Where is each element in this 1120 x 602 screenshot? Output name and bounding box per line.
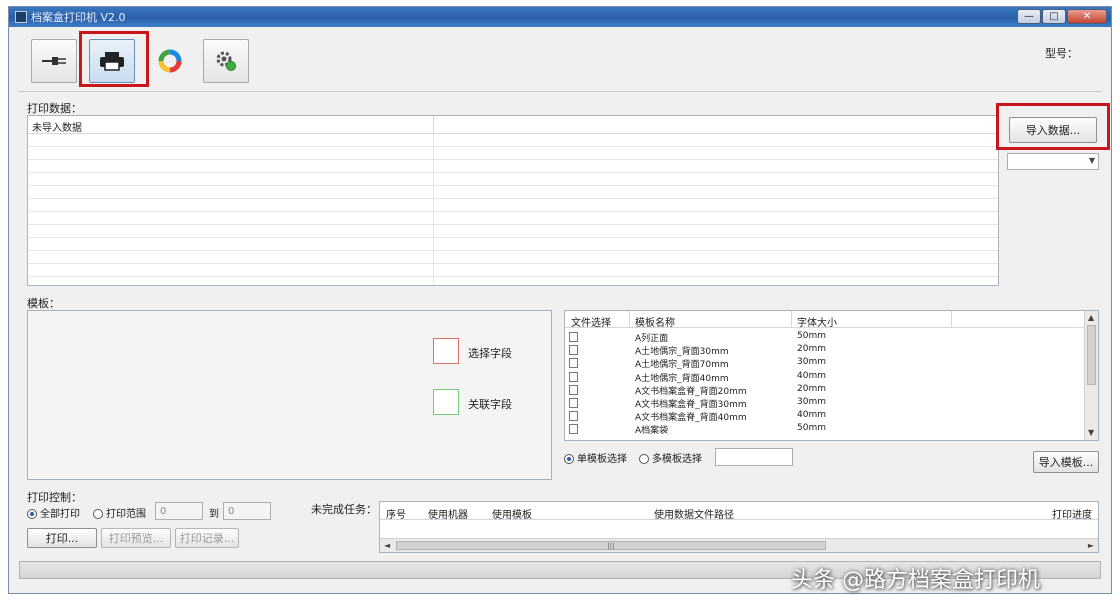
template-col-name: 模板名称 xyxy=(635,318,675,329)
selected-field-swatch xyxy=(433,338,459,364)
import-data-highlight xyxy=(996,103,1110,150)
scroll-right-icon[interactable]: ► xyxy=(1088,542,1094,550)
template-list-scrollbar[interactable]: ▲ ▼ xyxy=(1084,311,1098,440)
import-template-button[interactable]: 导入模板... xyxy=(1033,451,1099,473)
template-filter-input[interactable] xyxy=(715,448,793,466)
title-bar: 档案盒打印机 V2.0 — □ ✕ xyxy=(9,7,1111,27)
queue-col-index: 序号 xyxy=(386,510,406,521)
multi-template-text: 多模板选择 xyxy=(652,454,702,465)
print-preview-button[interactable]: 打印预览... xyxy=(101,528,171,548)
queue-scrollbar[interactable]: ◄ ||| ► xyxy=(380,538,1098,552)
queue-header: 序号 使用机器 使用模板 使用数据文件路径 打印进度 xyxy=(380,502,1098,521)
toolbar-separator xyxy=(19,91,1101,92)
template-col-size: 字体大小 xyxy=(797,318,837,329)
file-icon[interactable] xyxy=(569,384,578,395)
print-all-text: 全部打印 xyxy=(40,509,80,520)
template-row-name[interactable]: A土地偶宗_背面40mm xyxy=(635,371,729,384)
file-icon[interactable] xyxy=(569,332,578,342)
file-icon[interactable] xyxy=(569,358,578,369)
selected-field-legend: 选择字段 xyxy=(468,347,512,360)
scroll-left-icon[interactable]: ◄ xyxy=(384,542,390,550)
print-all-radio[interactable]: 全部打印 xyxy=(27,505,80,520)
color-ring-icon xyxy=(158,49,182,73)
template-row-name[interactable]: A档案袋 xyxy=(635,423,668,436)
template-row-size: 20mm xyxy=(797,383,826,394)
print-data-grid xyxy=(28,134,998,285)
file-icon[interactable] xyxy=(569,411,578,422)
template-preview-panel[interactable]: 选择字段 关联字段 xyxy=(27,310,552,480)
radio-indicator[interactable] xyxy=(27,509,37,519)
watermark: 头条 @路方档案盒打印机 xyxy=(791,568,1040,593)
print-data-label: 打印数据： xyxy=(27,102,82,115)
template-row-size: 20mm xyxy=(797,344,826,355)
range-from-input[interactable]: 0 xyxy=(155,502,203,520)
range-to-input[interactable]: 0 xyxy=(223,502,271,520)
maximize-button[interactable]: □ xyxy=(1042,9,1066,24)
settings-button[interactable] xyxy=(203,39,249,83)
template-row-name[interactable]: A列正面 xyxy=(635,331,668,344)
connect-button[interactable] xyxy=(31,39,77,83)
scroll-down-icon[interactable]: ▼ xyxy=(1088,429,1094,437)
template-row-name[interactable]: A土地偶宗_背面30mm xyxy=(635,344,729,357)
print-button[interactable]: 打印... xyxy=(27,528,97,548)
template-list-header: 文件选择 模板名称 字体大小 xyxy=(565,311,1084,329)
queue-col-template: 使用模板 xyxy=(492,510,532,521)
print-record-button[interactable]: 打印记录... xyxy=(175,528,239,548)
scroll-thumb[interactable] xyxy=(1087,325,1096,385)
queue-table[interactable]: 序号 使用机器 使用模板 使用数据文件路径 打印进度 ◄ ||| ► xyxy=(379,501,1099,553)
radio-indicator[interactable] xyxy=(93,509,103,519)
file-icon[interactable] xyxy=(569,398,578,408)
chevron-down-icon: ▼ xyxy=(1088,156,1095,165)
multi-template-radio[interactable]: 多模板选择 xyxy=(639,450,702,465)
print-range-text: 打印范围 xyxy=(106,509,146,520)
template-label: 模板： xyxy=(27,297,60,310)
scroll-up-icon[interactable]: ▲ xyxy=(1088,314,1094,322)
print-control-label: 打印控制： xyxy=(27,491,82,504)
queue-scroll-thumb[interactable]: ||| xyxy=(396,541,826,550)
plug-icon xyxy=(42,57,66,65)
file-icon[interactable] xyxy=(569,371,578,382)
print-data-header: 未导入数据 xyxy=(28,116,998,134)
template-row-name[interactable]: A土地偶宗_背面70mm xyxy=(635,357,729,370)
window-title: 档案盒打印机 V2.0 xyxy=(31,11,126,24)
radio-indicator[interactable] xyxy=(564,454,574,464)
gear-icon xyxy=(216,51,236,71)
printer-highlight xyxy=(79,31,149,87)
window-controls: — □ ✕ xyxy=(1017,9,1107,24)
template-row-size: 50mm xyxy=(797,423,826,434)
template-col-file: 文件选择 xyxy=(571,318,611,329)
print-range-radio[interactable]: 打印范围 xyxy=(93,505,146,520)
linked-field-swatch xyxy=(433,389,459,415)
template-row-size: 30mm xyxy=(797,397,826,407)
model-label: 型号： xyxy=(1045,47,1078,60)
file-icon[interactable] xyxy=(569,345,578,356)
app-window: 档案盒打印机 V2.0 — □ ✕ 型号： 打印数据： 未导入数据 导入数据..… xyxy=(8,6,1112,594)
color-button[interactable] xyxy=(147,39,193,83)
queue-col-machine: 使用机器 xyxy=(428,510,468,521)
single-template-text: 单模板选择 xyxy=(577,454,627,465)
app-icon xyxy=(15,11,27,23)
template-row-name[interactable]: A文书档案盒脊_背面30mm xyxy=(635,397,747,410)
radio-indicator[interactable] xyxy=(639,454,649,464)
range-to-label: 到 xyxy=(209,509,219,520)
queue-label: 未完成任务： xyxy=(311,503,377,516)
print-data-header-text: 未导入数据 xyxy=(32,123,82,134)
file-icon[interactable] xyxy=(569,424,578,435)
template-row-size: 40mm xyxy=(797,410,826,421)
print-data-table[interactable]: 未导入数据 xyxy=(27,115,999,286)
data-source-dropdown[interactable]: ▼ xyxy=(1007,153,1099,170)
template-row-name[interactable]: A文书档案盒脊_背面20mm xyxy=(635,384,747,397)
queue-col-path: 使用数据文件路径 xyxy=(654,510,734,521)
minimize-button[interactable]: — xyxy=(1017,9,1041,24)
template-row-name[interactable]: A文书档案盒脊_背面40mm xyxy=(635,410,747,423)
queue-col-progress: 打印进度 xyxy=(1052,510,1092,521)
linked-field-legend: 关联字段 xyxy=(468,398,512,411)
close-button[interactable]: ✕ xyxy=(1067,9,1107,24)
template-row-size: 50mm xyxy=(797,331,826,341)
template-row-size: 30mm xyxy=(797,357,826,368)
single-template-radio[interactable]: 单模板选择 xyxy=(564,450,627,465)
template-row-size: 40mm xyxy=(797,370,826,381)
template-list[interactable]: 文件选择 模板名称 字体大小 A列正面 50mm A土地偶宗_背面30mm 20mm A… xyxy=(564,310,1099,441)
